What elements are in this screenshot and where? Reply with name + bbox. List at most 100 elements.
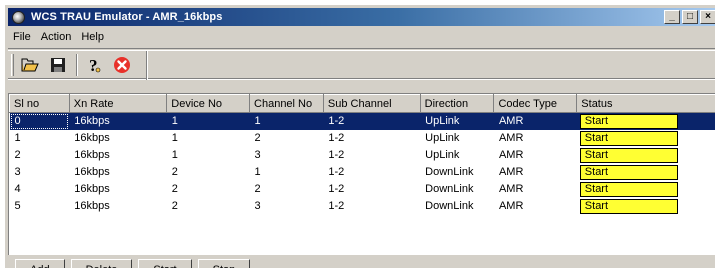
cell-sl-no: 5 <box>14 200 21 212</box>
cell-codec-type: AMR <box>498 149 524 161</box>
cell-sub-channel: 1-2 <box>328 183 345 195</box>
toolbar-grip[interactable] <box>11 53 14 76</box>
table-header: Sl no Xn Rate Device No Channel No Sub C… <box>9 94 715 113</box>
cell-codec-type: AMR <box>498 132 524 144</box>
menu-action[interactable]: Action <box>36 31 77 43</box>
cell-device-no: 2 <box>171 166 178 178</box>
cell-sub-channel: 1-2 <box>323 112 421 130</box>
toolbar: ? <box>8 48 715 80</box>
open-folder-icon <box>21 58 39 71</box>
cell-direction: UpLink <box>425 132 460 144</box>
column-header-channel-no[interactable]: Channel No <box>249 94 324 113</box>
stop-all-button[interactable] <box>110 54 134 76</box>
cell-channel-no: 1 <box>249 112 324 130</box>
cell-direction: DownLink <box>425 200 474 212</box>
menu-help[interactable]: Help <box>76 31 109 43</box>
window-controls: _ □ × <box>662 10 715 24</box>
status-badge[interactable]: Start <box>579 164 678 180</box>
cell-sl-no: 4 <box>14 183 21 195</box>
save-button[interactable] <box>46 54 70 76</box>
cell-sub-channel: 1-2 <box>328 149 345 161</box>
cell-sl-no: 0 <box>9 112 70 130</box>
cell-status: Start <box>576 112 715 130</box>
cell-sub-channel: 1-2 <box>328 166 345 178</box>
app-window: WCS TRAU Emulator - AMR_16kbps _ □ × Fil… <box>4 4 715 268</box>
status-badge[interactable]: Start <box>579 181 678 197</box>
app-icon <box>12 10 25 24</box>
cell-channel-no: 2 <box>254 183 261 195</box>
cell-codec-type: AMR <box>498 166 524 178</box>
cell-channel-no: 2 <box>254 132 261 144</box>
cell-xn-rate: 16kbps <box>74 183 110 195</box>
window-title: WCS TRAU Emulator - AMR_16kbps <box>31 11 223 23</box>
column-header-sub-channel[interactable]: Sub Channel <box>322 94 421 113</box>
cell-channel-no: 3 <box>254 200 261 212</box>
maximize-button[interactable]: □ <box>682 10 698 24</box>
cell-xn-rate: 16kbps <box>69 112 167 130</box>
cell-codec-type: AMR <box>498 183 524 195</box>
help-button[interactable]: ? <box>82 54 106 76</box>
help-icon: ? <box>89 56 101 74</box>
cell-codec-type: AMR <box>493 112 577 130</box>
status-badge[interactable]: Start <box>579 198 678 214</box>
cell-status: Start <box>577 198 715 215</box>
cell-sub-channel: 1-2 <box>328 132 345 144</box>
table-row[interactable]: 2 16kbps 1 3 1-2 UpLink AMR Start <box>10 147 715 164</box>
menu-file[interactable]: File <box>8 31 36 43</box>
toolbar-separator <box>76 53 78 76</box>
cell-status: Start <box>577 130 715 147</box>
cell-device-no: 2 <box>171 200 178 212</box>
cell-sl-no: 1 <box>14 132 21 144</box>
delete-button[interactable]: Delete <box>70 259 133 268</box>
column-header-device-no[interactable]: Device No <box>166 94 251 113</box>
column-header-sl-no[interactable]: Sl no <box>9 94 70 113</box>
cell-direction: DownLink <box>425 166 474 178</box>
save-disk-icon <box>51 57 65 72</box>
table-row[interactable]: 0 16kbps 1 1 1-2 UpLink AMR Start <box>9 112 715 130</box>
minimize-button[interactable]: _ <box>664 10 680 24</box>
table-row[interactable]: 1 16kbps 1 2 1-2 UpLink AMR Start <box>10 130 715 147</box>
cell-device-no: 1 <box>171 149 178 161</box>
cell-device-no: 1 <box>171 132 178 144</box>
status-badge[interactable]: Start <box>579 130 678 146</box>
column-header-status[interactable]: Status <box>576 94 715 113</box>
toolbar-end-separator <box>146 51 148 80</box>
status-badge[interactable]: Start <box>579 147 678 163</box>
channel-table: Sl no Xn Rate Device No Channel No Sub C… <box>9 94 715 215</box>
status-badge[interactable]: Start <box>579 113 678 129</box>
column-header-direction[interactable]: Direction <box>419 94 495 113</box>
column-header-xn-rate[interactable]: Xn Rate <box>68 94 168 113</box>
action-buttons: Add Delete Start Stop <box>15 259 256 268</box>
open-button[interactable] <box>18 54 42 76</box>
cell-direction: UpLink <box>420 112 494 130</box>
cell-xn-rate: 16kbps <box>74 149 110 161</box>
cell-direction: DownLink <box>425 183 474 195</box>
cell-codec-type: AMR <box>498 200 524 212</box>
title-bar[interactable]: WCS TRAU Emulator - AMR_16kbps _ □ × <box>8 8 715 26</box>
cell-status: Start <box>577 147 715 164</box>
cell-sl-no: 2 <box>14 149 21 161</box>
cell-device-no: 2 <box>171 183 178 195</box>
close-button[interactable]: × <box>700 10 715 24</box>
cell-status: Start <box>577 164 715 181</box>
table-row[interactable]: 3 16kbps 2 1 1-2 DownLink AMR Start <box>10 164 715 181</box>
stop-icon <box>114 56 130 73</box>
cell-sl-no: 3 <box>14 166 21 178</box>
table-row[interactable]: 4 16kbps 2 2 1-2 DownLink AMR Start <box>10 181 715 198</box>
menu-bar: File Action Help <box>8 28 109 46</box>
channel-grid[interactable]: Sl no Xn Rate Device No Channel No Sub C… <box>8 93 715 255</box>
column-header-codec-type[interactable]: Codec Type <box>493 94 578 113</box>
cell-status: Start <box>577 181 715 198</box>
add-button[interactable]: Add <box>15 259 65 268</box>
cell-channel-no: 1 <box>254 166 261 178</box>
start-button[interactable]: Start <box>138 259 192 268</box>
stop-button[interactable]: Stop <box>197 259 251 268</box>
cell-sub-channel: 1-2 <box>328 200 345 212</box>
cell-direction: UpLink <box>425 149 460 161</box>
table-row[interactable]: 5 16kbps 2 3 1-2 DownLink AMR Start <box>10 198 715 215</box>
cell-device-no: 1 <box>166 112 250 130</box>
cell-xn-rate: 16kbps <box>74 132 110 144</box>
cell-xn-rate: 16kbps <box>74 166 110 178</box>
cell-channel-no: 3 <box>254 149 261 161</box>
cell-xn-rate: 16kbps <box>74 200 110 212</box>
